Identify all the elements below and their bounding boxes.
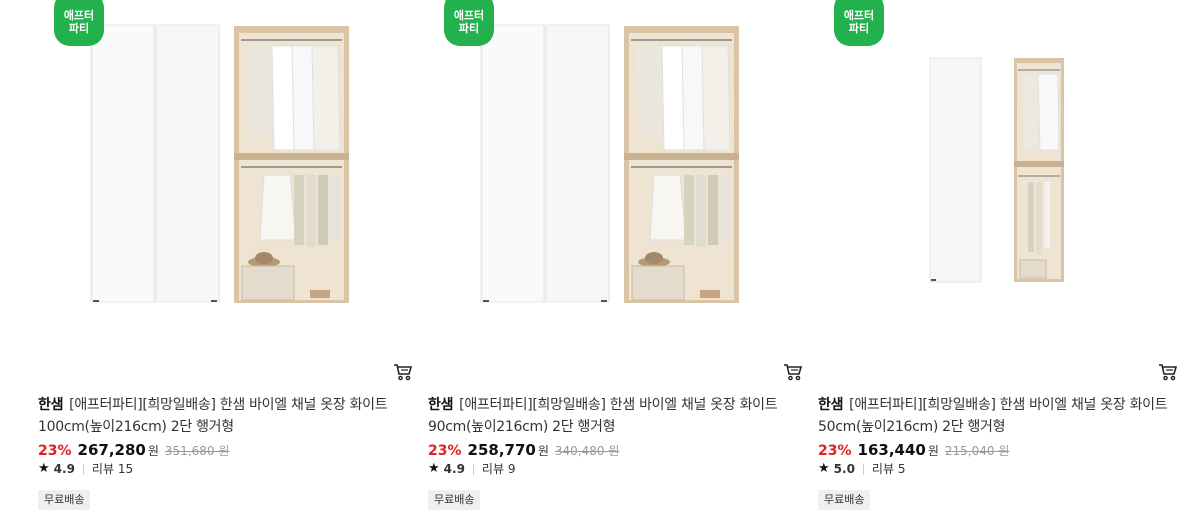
- star-icon: ★: [428, 461, 440, 476]
- product-card[interactable]: 애프터 파티 한샘 [애프터파티][희망일배송] 한샘 바이엘 채널 옷장 화이트…: [38, 0, 413, 523]
- original-price: 351,680 원: [164, 444, 230, 458]
- rating-row: ★ 4.9 리뷰 15: [38, 461, 133, 477]
- price-row: 23% 267,280 원 351,680 원: [38, 441, 229, 460]
- original-price: 340,480 원: [554, 444, 620, 458]
- afterparty-badge: 애프터 파티: [444, 0, 494, 46]
- rating-score: 4.9: [53, 462, 75, 476]
- price-row: 23% 258,770 원 340,480 원: [428, 441, 619, 460]
- cart-icon[interactable]: [783, 362, 803, 382]
- product-name: [애프터파티][희망일배송] 한샘 바이엘 채널 옷장 화이트 90cm(높이2…: [428, 397, 778, 435]
- product-brand: 한샘: [38, 397, 64, 413]
- badge-line1: 애프터: [843, 9, 875, 22]
- badge-line2: 파티: [458, 22, 480, 35]
- rating-score: 4.9: [443, 462, 465, 476]
- sale-price: 258,770: [467, 441, 536, 459]
- rating-score: 5.0: [833, 462, 855, 476]
- product-image[interactable]: 애프터 파티: [38, 0, 413, 350]
- badge-line2: 파티: [68, 22, 90, 35]
- wardrobe-illustration: [480, 24, 739, 303]
- star-icon: ★: [38, 461, 50, 476]
- afterparty-badge: 애프터 파티: [834, 0, 884, 46]
- discount-rate: 23%: [818, 443, 852, 459]
- rating-row: ★ 4.9 리뷰 9: [428, 461, 515, 477]
- product-brand: 한샘: [818, 397, 844, 413]
- free-shipping-tag: 무료배송: [428, 490, 481, 510]
- cart-icon[interactable]: [393, 362, 413, 382]
- star-icon: ★: [818, 461, 830, 476]
- price-row: 23% 163,440 원 215,040 원: [818, 441, 1009, 460]
- currency: 원: [927, 444, 939, 458]
- divider: [82, 463, 84, 475]
- review-count[interactable]: 리뷰 15: [92, 461, 133, 477]
- wardrobe-illustration: [929, 57, 1064, 283]
- divider: [472, 463, 474, 475]
- product-card[interactable]: 애프터 파티 한샘 [애프터파티][희망일배송] 한샘 바이엘 채널 옷장 화이트…: [818, 0, 1178, 523]
- product-brand: 한샘: [428, 397, 454, 413]
- sale-price: 163,440: [857, 441, 926, 459]
- product-card[interactable]: 애프터 파티 한샘 [애프터파티][희망일배송] 한샘 바이엘 채널 옷장 화이트…: [428, 0, 803, 523]
- original-price: 215,040 원: [944, 444, 1010, 458]
- product-name: [애프터파티][희망일배송] 한샘 바이엘 채널 옷장 화이트 100cm(높이…: [38, 397, 388, 435]
- afterparty-badge: 애프터 파티: [54, 0, 104, 46]
- product-image[interactable]: 애프터 파티: [428, 0, 803, 350]
- product-title[interactable]: 한샘 [애프터파티][희망일배송] 한샘 바이엘 채널 옷장 화이트 100cm(…: [38, 394, 403, 438]
- wardrobe-illustration: [90, 24, 349, 303]
- badge-line2: 파티: [848, 22, 870, 35]
- currency: 원: [537, 444, 549, 458]
- badge-line1: 애프터: [63, 9, 95, 22]
- rating-row: ★ 5.0 리뷰 5: [818, 461, 905, 477]
- product-image[interactable]: 애프터 파티: [818, 0, 1178, 350]
- review-count[interactable]: 리뷰 5: [872, 461, 906, 477]
- review-count[interactable]: 리뷰 9: [482, 461, 516, 477]
- discount-rate: 23%: [428, 443, 462, 459]
- free-shipping-tag: 무료배송: [818, 490, 871, 510]
- product-name: [애프터파티][희망일배송] 한샘 바이엘 채널 옷장 화이트 50cm(높이2…: [818, 397, 1168, 435]
- discount-rate: 23%: [38, 443, 72, 459]
- free-shipping-tag: 무료배송: [38, 490, 91, 510]
- badge-line1: 애프터: [453, 9, 485, 22]
- sale-price: 267,280: [77, 441, 146, 459]
- divider: [862, 463, 864, 475]
- cart-icon[interactable]: [1158, 362, 1178, 382]
- currency: 원: [147, 444, 159, 458]
- product-title[interactable]: 한샘 [애프터파티][희망일배송] 한샘 바이엘 채널 옷장 화이트 90cm(높…: [428, 394, 793, 438]
- product-title[interactable]: 한샘 [애프터파티][희망일배송] 한샘 바이엘 채널 옷장 화이트 50cm(높…: [818, 394, 1178, 438]
